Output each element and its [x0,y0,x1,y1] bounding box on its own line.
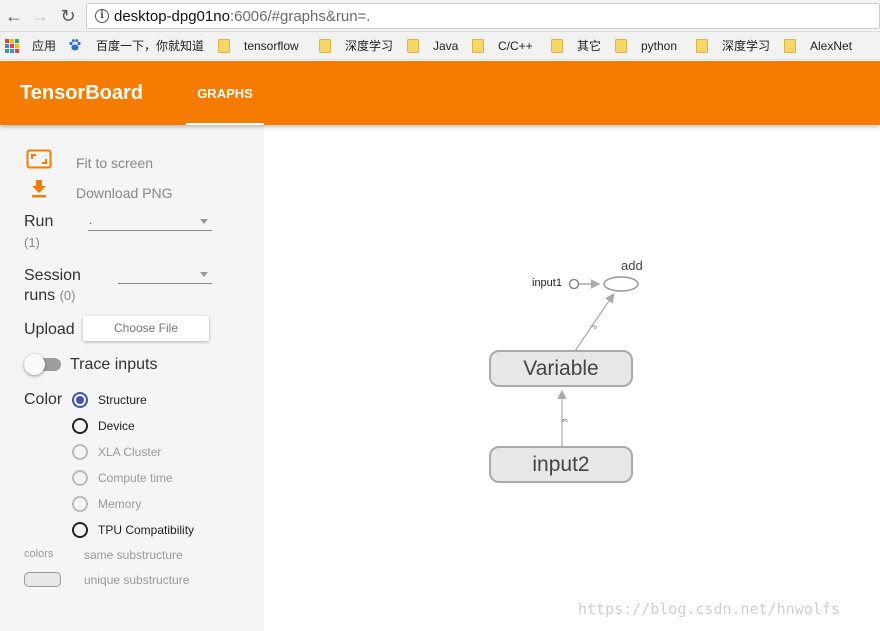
radio-xla-cluster[interactable] [72,444,88,460]
bookmark-c-cpp[interactable]: C/C++ [472,38,533,54]
runs-label: runs (0) [24,287,76,304]
fit-to-screen-button[interactable]: Fit to screen [76,155,153,171]
active-tab-indicator [186,123,264,125]
run-count: (1) [24,235,40,250]
reload-icon[interactable]: ↻ [56,4,80,28]
bookmark-tensorflow[interactable]: tensorflow [218,38,299,54]
baidu-paw-icon [69,39,81,51]
bookmark-apps[interactable]: 应用 [32,38,56,54]
legend-colors-label: colors [24,548,54,560]
chevron-down-icon [200,272,208,277]
radio-label-tpu-compatibility: TPU Compatibility [98,523,195,537]
session-runs-dropdown[interactable] [118,268,212,284]
tab-graphs[interactable]: GRAPHS [186,61,264,125]
bookmark-deep-learning[interactable]: 深度学习 [319,38,393,54]
radio-device[interactable] [72,418,88,434]
graph-controls-sidebar: Fit to screen Download PNG Run (1) . Ses… [0,125,264,631]
folder-icon [407,39,419,53]
folder-icon [784,39,796,53]
toggle-knob[interactable] [24,354,45,375]
bookmark-alexnet[interactable]: AlexNet [784,38,852,54]
folder-icon [218,39,230,53]
legend-node-swatch [24,572,61,587]
trace-inputs-label: Trace inputs [70,356,158,373]
fit-to-screen-icon[interactable] [26,149,52,169]
color-label: Color [24,391,63,408]
run-label: Run [24,213,54,230]
bookmarks-bar: 应用 百度一下，你就知道 tensorflow 深度学习 Java C/C++ … [0,32,880,60]
input1-node-label: input1 [532,277,562,289]
folder-icon [319,39,331,53]
graph-canvas[interactable]: add input1 3 3 Variable input2 https://b… [264,125,880,631]
legend-same-substructure: same substructure [84,548,183,562]
input1-node-circle[interactable] [568,278,580,290]
radio-tpu-compatibility[interactable] [72,522,88,538]
choose-file-button[interactable]: Choose File [83,316,209,341]
input2-node[interactable]: input2 [489,446,633,483]
info-icon[interactable]: i [95,9,109,23]
session-label: Session [24,267,81,284]
app-title: TensorBoard [20,82,143,104]
session-count: (0) [59,288,76,303]
radio-label-memory: Memory [98,497,142,511]
folder-icon [472,39,484,53]
download-png-button[interactable]: Download PNG [76,185,173,201]
url-field[interactable]: i desktop-dpg01no:6006/#graphs&run=. [86,3,880,29]
forward-arrow-icon[interactable]: → [28,4,52,28]
radio-label-xla-cluster: XLA Cluster [98,445,162,459]
radio-label-structure: Structure [98,393,147,407]
folder-icon [551,39,563,53]
radio-structure[interactable] [72,392,88,408]
url-text: desktop-dpg01no:6006/#graphs&run=. [114,8,371,25]
run-dropdown[interactable]: . [88,213,212,231]
bookmark-deep-learning-2[interactable]: 深度学习 [696,38,770,54]
tensorboard-header: TensorBoard GRAPHS [0,61,880,125]
bookmark-python[interactable]: python [615,38,677,54]
radio-memory[interactable] [72,496,88,512]
run-dropdown-value: . [89,213,93,227]
bookmark-java[interactable]: Java [407,38,458,54]
upload-label: Upload [24,321,75,338]
back-arrow-icon[interactable]: ← [2,4,26,28]
download-icon[interactable] [30,179,48,199]
watermark: https://blog.csdn.net/hnwolfs [578,600,840,618]
radio-label-compute-time: Compute time [98,471,173,485]
chevron-down-icon [200,219,208,224]
variable-node[interactable]: Variable [489,350,633,387]
legend-unique-substructure: unique substructure [84,573,190,587]
folder-icon [696,39,708,53]
apps-grid-icon[interactable] [5,39,19,53]
radio-compute-time[interactable] [72,470,88,486]
browser-address-bar: ← → ↻ i desktop-dpg01no:6006/#graphs&run… [0,0,880,32]
edge-variable-add [574,293,615,352]
bookmark-other[interactable]: 其它 [551,38,601,54]
bookmark-baidu[interactable]: 百度一下，你就知道 [96,38,204,54]
add-node-label: add [621,258,643,273]
add-node-ellipse[interactable] [603,276,639,292]
radio-label-device: Device [98,419,135,433]
edge-shape-label: 3 [562,418,570,423]
folder-icon [615,39,627,53]
